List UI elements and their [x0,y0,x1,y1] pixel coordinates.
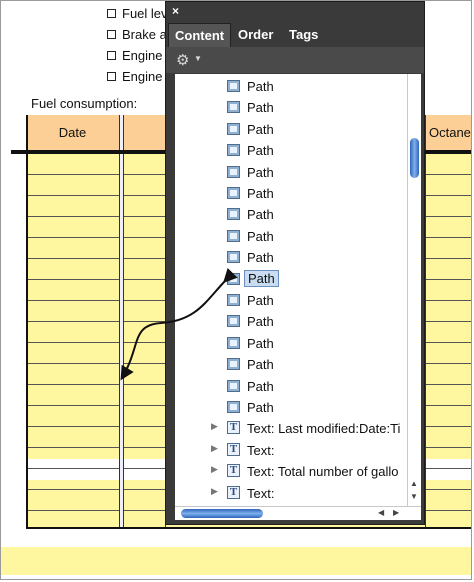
annotation-arrow [120,268,238,381]
screenshot-frame: Fuel lev Brake a Engine Engine Fuel cons… [0,0,472,580]
